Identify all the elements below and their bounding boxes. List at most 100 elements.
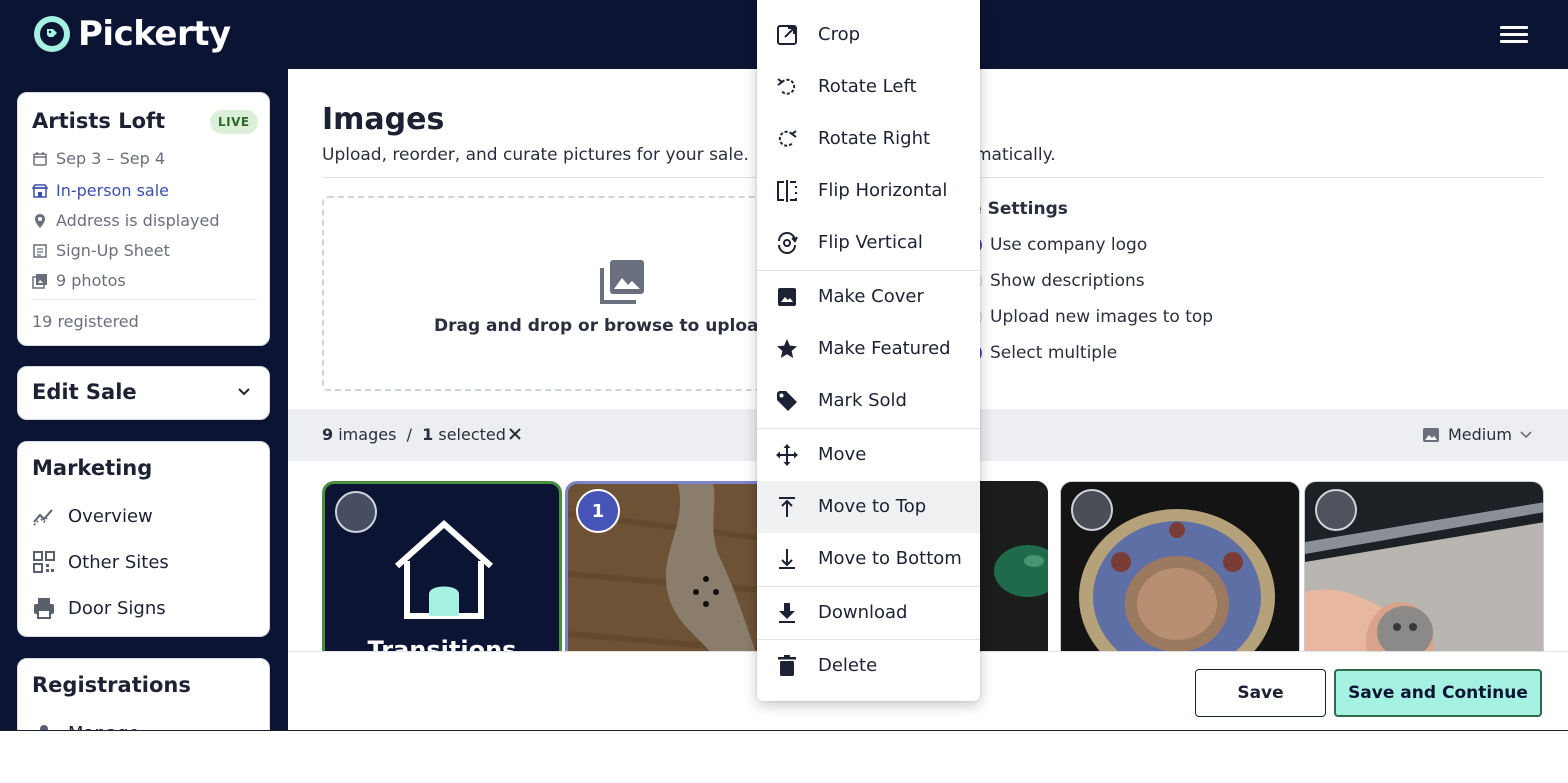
tag-icon (777, 391, 797, 411)
photos-icon (32, 273, 48, 289)
menu-item-rotate-right[interactable]: Rotate Right (757, 113, 980, 165)
image-thumbnail[interactable] (1304, 481, 1544, 651)
move-to-bottom-icon (779, 549, 795, 569)
page-subtitle: Upload, reorder, and curate pictures for… (322, 145, 749, 165)
upload-dropzone[interactable]: Drag and drop or browse to upload p (322, 196, 789, 391)
menu-item-label: Move to Bottom (818, 548, 962, 569)
marketing-item-label: Door Signs (68, 597, 166, 619)
menu-item-move[interactable]: Move (757, 429, 980, 481)
move-icon (776, 444, 798, 466)
menu-item-flip-horizontal[interactable]: Flip Horizontal (757, 165, 980, 217)
setting-label: Use company logo (990, 235, 1148, 255)
menu-item-label: Rotate Left (818, 76, 917, 97)
sale-type-link[interactable]: In-person sale (32, 181, 169, 200)
setting-use-company-logo[interactable]: Use company logo (968, 235, 1147, 255)
page-title: Images (322, 102, 445, 137)
menu-item-label: Mark Sold (818, 390, 907, 411)
registrations-card: Registrations Manage (17, 658, 270, 731)
menu-item-delete[interactable]: Delete (757, 640, 980, 692)
select-circle[interactable] (335, 491, 377, 533)
image-thumbnail[interactable]: Transitions (322, 481, 562, 651)
status-badge: LIVE (210, 110, 258, 134)
menu-item-label: Flip Vertical (818, 232, 923, 253)
save-and-continue-button[interactable]: Save and Continue (1334, 669, 1542, 717)
image-icon (778, 288, 796, 306)
setting-upload-to-top[interactable]: Upload new images to top (968, 307, 1213, 327)
menu-item-rotate-left[interactable]: Rotate Left (757, 61, 980, 113)
menu-item-mark-sold[interactable]: Mark Sold (757, 375, 980, 427)
sale-photos-text: 9 photos (56, 271, 126, 290)
trash-icon (778, 655, 796, 676)
marketing-item-overview[interactable]: Overview (32, 504, 153, 528)
edit-sale-label: Edit Sale (32, 380, 137, 404)
menu-item-label: Move to Top (818, 496, 927, 517)
menu-item-label: Move (818, 444, 867, 465)
menu-item-label: Crop (818, 24, 861, 45)
menu-item-label: Make Cover (818, 286, 924, 307)
marketing-item-door-signs[interactable]: Door Signs (32, 596, 166, 620)
sale-address-text: Address is displayed (56, 211, 220, 230)
menu-item-make-featured[interactable]: Make Featured (757, 323, 980, 375)
marketing-item-other-sites[interactable]: Other Sites (32, 550, 169, 574)
chevron-down-icon (238, 388, 250, 396)
sale-type-text: In-person sale (56, 181, 169, 200)
image-thumbnail[interactable] (1060, 481, 1300, 651)
menu-item-label: Rotate Right (818, 128, 931, 149)
selection-summary: 9 images / 1 selected (322, 425, 506, 444)
location-pin-icon (32, 213, 48, 229)
edit-sale-dropdown[interactable]: Edit Sale (17, 366, 270, 420)
sale-dates-text: Sep 3 – Sep 4 (56, 149, 166, 168)
menu-item-crop[interactable]: Crop (757, 9, 980, 61)
select-circle[interactable] (1071, 489, 1113, 531)
menu-item-label: Make Featured (818, 338, 951, 359)
menu-item-move-to-top[interactable]: Move to Top (757, 481, 980, 533)
calendar-icon (32, 151, 48, 167)
divider (0, 730, 1568, 731)
setting-select-multiple[interactable]: Select multiple (968, 343, 1117, 363)
divider-slash: / (406, 425, 412, 444)
house-logo-icon (395, 519, 493, 619)
flip-horizontal-icon (777, 180, 797, 202)
flip-vertical-icon (778, 232, 798, 254)
clear-selection-icon[interactable] (506, 425, 524, 443)
selected-count: 1 (422, 425, 434, 444)
sale-dates: Sep 3 – Sep 4 (32, 149, 165, 168)
app-logo[interactable]: Pickerty (34, 14, 231, 54)
menu-item-flip-vertical[interactable]: Flip Vertical (757, 217, 980, 269)
menu-icon[interactable] (1500, 22, 1530, 48)
menu-item-move-to-bottom[interactable]: Move to Bottom (757, 533, 980, 585)
marketing-item-label: Other Sites (68, 551, 169, 573)
sale-title: Artists Loft (32, 109, 166, 133)
thumbnail-size-select[interactable]: Medium (1422, 425, 1532, 444)
select-circle[interactable] (1315, 489, 1357, 531)
selected-label: selected (438, 425, 506, 444)
move-to-top-icon (779, 497, 795, 517)
sale-summary-card: Artists Loft LIVE Sep 3 – Sep 4 In-perso… (17, 92, 270, 346)
sale-signup-text: Sign-Up Sheet (56, 241, 170, 260)
sale-signup: Sign-Up Sheet (32, 241, 170, 260)
download-icon (779, 603, 795, 623)
setting-show-descriptions[interactable]: Show descriptions (968, 271, 1145, 291)
divider (32, 299, 257, 300)
image-context-menu: Crop Rotate Left Rotate Right Flip Horiz… (757, 0, 980, 701)
printer-icon (32, 596, 56, 620)
image-thumbnail[interactable] (978, 481, 1048, 651)
dropzone-text: Drag and drop or browse to upload p (434, 316, 789, 336)
menu-item-download[interactable]: Download (757, 587, 980, 639)
setting-label: Upload new images to top (990, 307, 1214, 327)
marketing-item-label: Overview (68, 505, 153, 527)
selection-number-badge[interactable]: 1 (576, 489, 620, 533)
stone-photo (978, 481, 1048, 651)
marketing-card: Marketing Overview Other Sites Door Sign… (17, 441, 270, 637)
qr-code-icon (32, 550, 56, 574)
star-icon (777, 339, 797, 358)
page-subtitle-tail: matically. (975, 145, 1056, 165)
registered-count: 19 registered (32, 312, 139, 331)
menu-item-make-cover[interactable]: Make Cover (757, 271, 980, 323)
trend-icon (32, 504, 56, 528)
marketing-title: Marketing (32, 456, 153, 480)
menu-item-label: Download (818, 602, 908, 623)
image-count: 9 (322, 425, 334, 444)
save-button[interactable]: Save (1195, 669, 1326, 717)
setting-label: Select multiple (990, 343, 1118, 363)
